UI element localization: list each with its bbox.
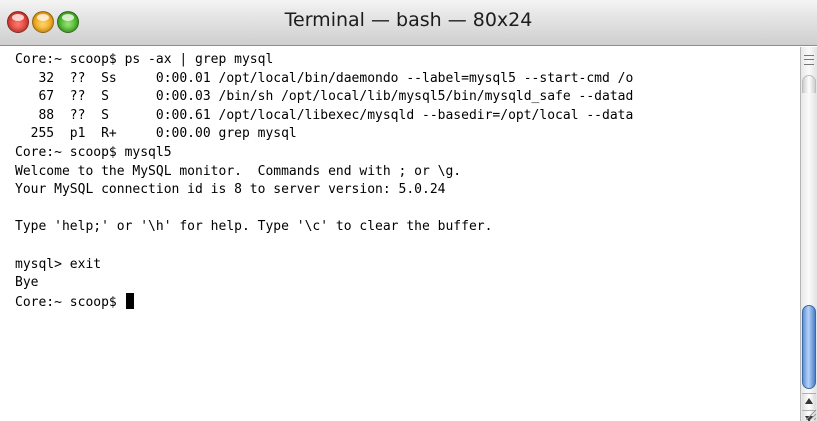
terminal-lines: Core:~ scoop$ ps -ax | grep mysql 32 ?? …	[15, 51, 633, 311]
terminal-line: Welcome to the MySQL monitor. Commands e…	[15, 163, 462, 179]
split-pane-icon[interactable]	[804, 55, 814, 65]
terminal-prompt: Core:~ scoop$	[15, 294, 125, 310]
vertical-scrollbar[interactable]	[800, 47, 817, 421]
terminal-line: Core:~ scoop$ mysql5	[15, 144, 172, 160]
terminal-line: 67 ?? S 0:00.03 /bin/sh /opt/local/lib/m…	[15, 89, 634, 105]
window-title: Terminal — bash — 80x24	[284, 9, 533, 31]
terminal-line: Type 'help;' or '\h' for help. Type '\c'…	[15, 219, 493, 235]
terminal-prompt-line[interactable]: Core:~ scoop$	[15, 292, 633, 312]
terminal-window: Terminal — bash — 80x24 Core:~ scoop$ ps…	[0, 0, 817, 421]
terminal-line: mysql> exit	[15, 256, 102, 272]
text-cursor	[125, 292, 134, 309]
terminal-line: 88 ?? S 0:00.61 /opt/local/libexec/mysql…	[15, 107, 634, 123]
terminal-line: 255 p1 R+ 0:00.00 grep mysql	[15, 126, 297, 142]
terminal-line: Bye	[15, 275, 39, 291]
terminal-line: Your MySQL connection id is 8 to server …	[15, 182, 446, 198]
terminal-output-area[interactable]: Core:~ scoop$ ps -ax | grep mysql 32 ?? …	[0, 47, 800, 421]
resize-grip-icon[interactable]	[801, 405, 817, 421]
scroll-track-cap	[802, 75, 816, 93]
title-bar[interactable]: Terminal — bash — 80x24	[0, 0, 817, 46]
terminal-line: Core:~ scoop$ ps -ax | grep mysql	[15, 52, 274, 67]
scroll-thumb[interactable]	[802, 305, 816, 389]
terminal-line: 32 ?? Ss 0:00.01 /opt/local/bin/daemondo…	[15, 70, 634, 86]
